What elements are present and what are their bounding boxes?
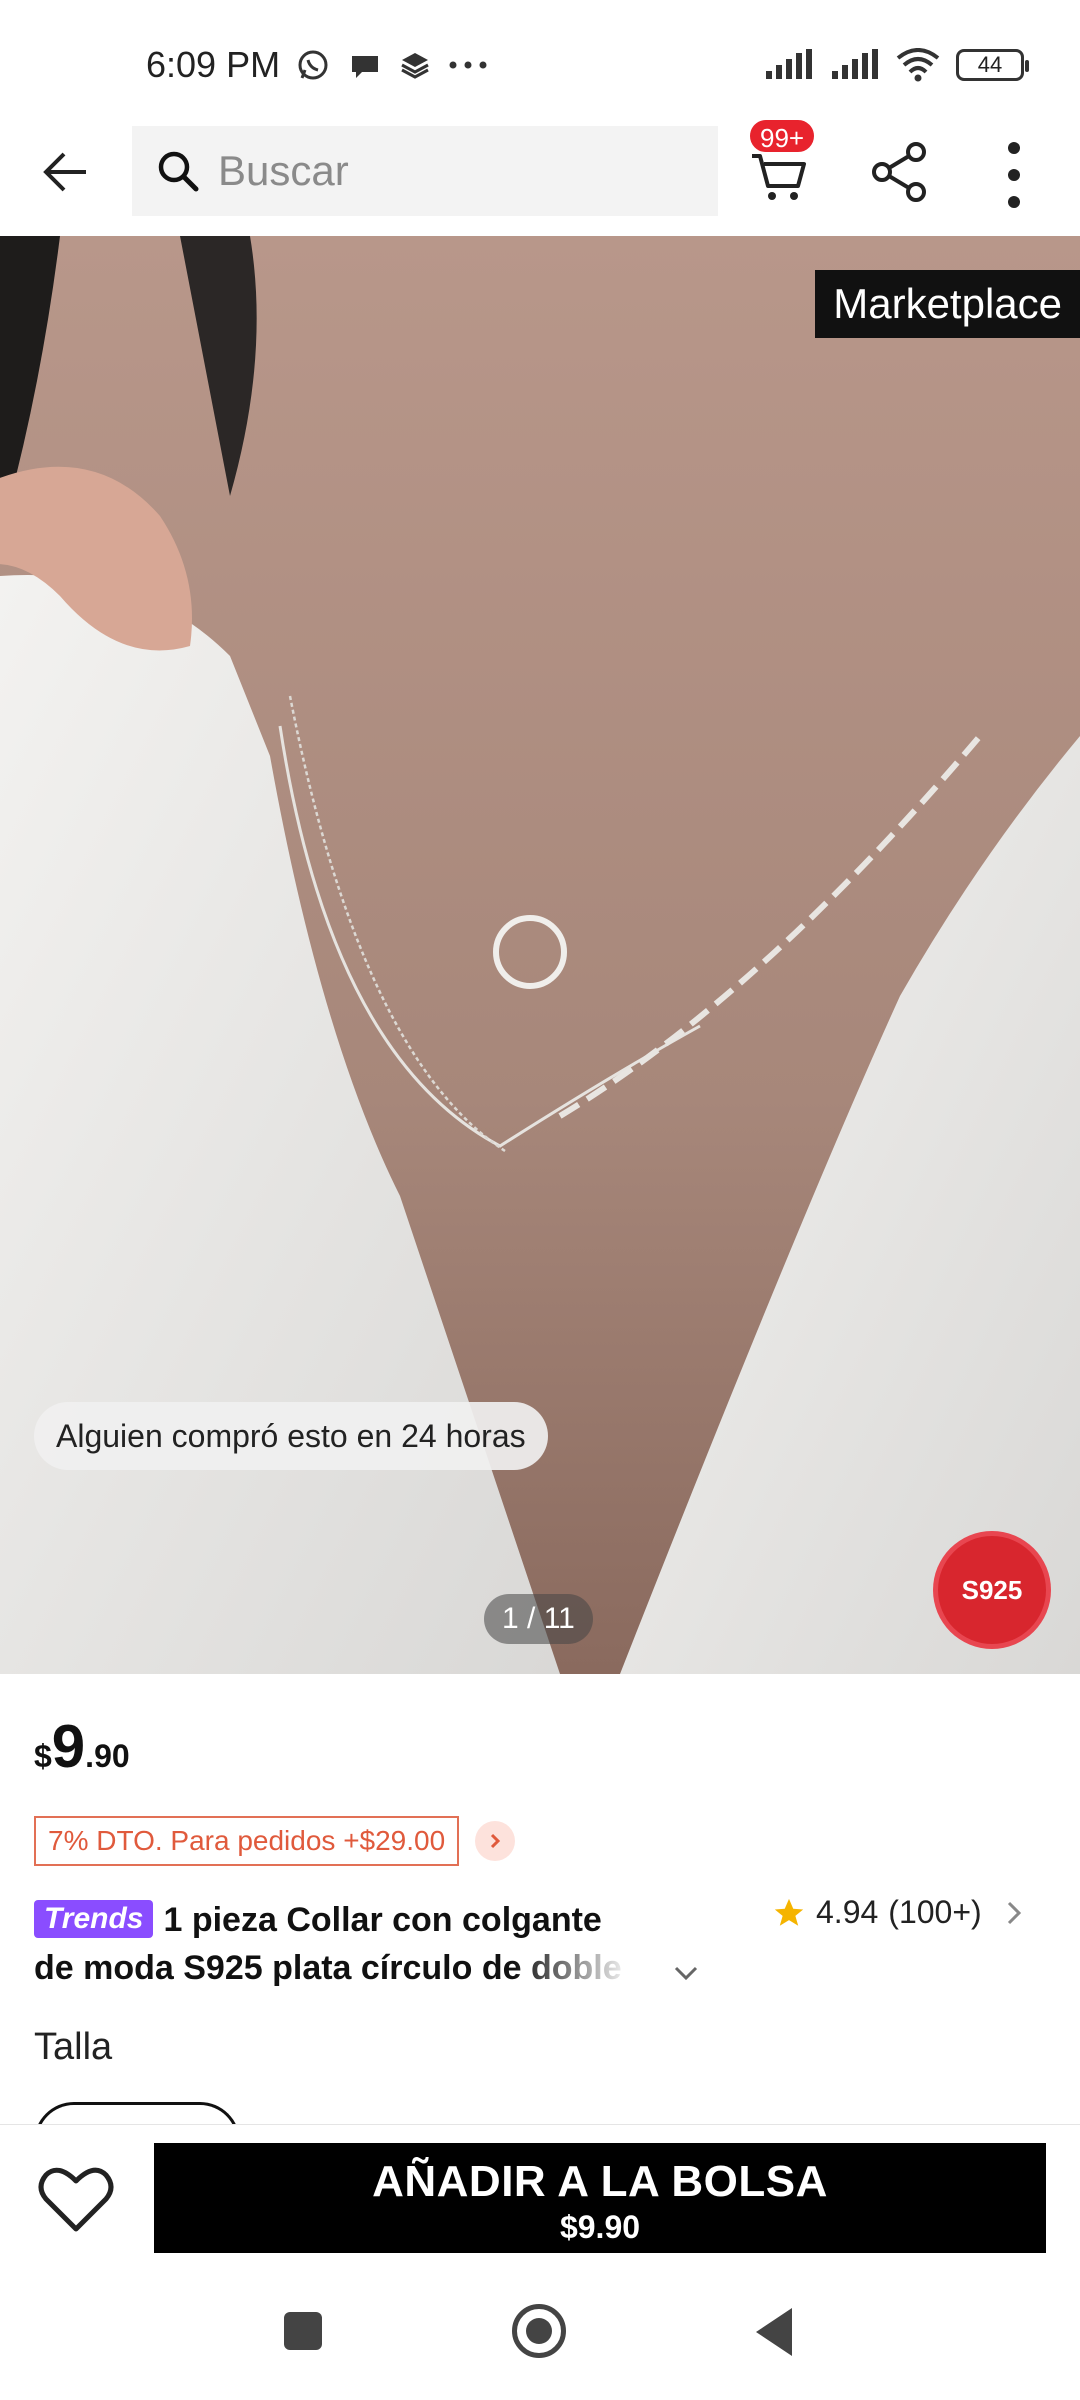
more-vertical-icon[interactable]: [998, 140, 1030, 210]
cart-count-badge: 99+: [748, 118, 817, 154]
promo-chevron-icon[interactable]: [475, 1821, 516, 1861]
rating-row[interactable]: 4.94 (100+): [772, 1894, 1024, 1931]
share-icon[interactable]: [868, 140, 932, 204]
status-system-icons: 44: [764, 48, 1029, 82]
product-image-carousel[interactable]: Marketplace Alguien compró esto en 24 ho…: [0, 236, 1080, 1674]
system-back-icon[interactable]: [756, 2308, 792, 2356]
product-title[interactable]: Trends 1 pieza Collar con colgante de mod…: [34, 1896, 714, 1992]
title-fade: [514, 1944, 654, 1992]
cart-icon[interactable]: [750, 146, 810, 206]
search-input[interactable]: [218, 147, 658, 195]
heart-icon[interactable]: [38, 2165, 114, 2235]
price: $ 9 .90: [34, 1712, 130, 1781]
wifi-icon: [896, 48, 940, 82]
marketplace-tag: Marketplace: [815, 270, 1080, 338]
discount-promo[interactable]: 7% DTO. Para pedidos +$29.00: [34, 1816, 460, 1866]
size-label: Talla: [34, 2026, 113, 2068]
signal-icon: [832, 49, 878, 79]
price-integer: 9: [51, 1713, 86, 1780]
social-proof-badge: Alguien compró esto en 24 horas: [34, 1402, 548, 1470]
status-time: 6:09 PM: [146, 44, 281, 85]
status-notification-icons: [296, 48, 488, 82]
price-decimal: .90: [85, 1738, 130, 1774]
add-to-bag-price: $9.90: [559, 2208, 641, 2245]
home-icon[interactable]: [512, 2304, 566, 2358]
s925-seal: S925: [938, 1536, 1046, 1644]
layers-icon: [401, 53, 429, 79]
rating-value: 4.94: [816, 1894, 879, 1930]
back-arrow-icon[interactable]: [36, 142, 96, 202]
bottom-action-bar: AÑADIR A LA BOLSA $9.90: [0, 2124, 1080, 2264]
star-icon: [774, 1898, 804, 1926]
image-pager: 1 / 11: [484, 1594, 593, 1644]
promo-row[interactable]: 7% DTO. Para pedidos +$29.00: [34, 1816, 516, 1866]
add-to-bag-button[interactable]: AÑADIR A LA BOLSA $9.90: [154, 2143, 1046, 2253]
signal-icon: [766, 49, 812, 79]
product-page: 6:09 PM 44 99+: [0, 0, 1080, 2400]
battery-icon: 44: [956, 49, 1029, 81]
more-dots-icon: [449, 61, 487, 69]
rating-chevron-icon: [1007, 1901, 1021, 1924]
top-nav: 99+: [0, 118, 1080, 236]
title-line-1: 1 pieza Collar con colgante: [163, 1901, 602, 1939]
expand-title-chevron-icon[interactable]: [670, 1956, 702, 1988]
status-bar: 6:09 PM 44: [0, 0, 1080, 120]
recent-apps-icon[interactable]: [284, 2312, 322, 2350]
chat-bubble-icon: [352, 56, 378, 78]
system-nav-bar: [0, 2264, 1080, 2400]
whatsapp-icon: [298, 50, 328, 80]
add-to-bag-label: AÑADIR A LA BOLSA: [372, 2156, 828, 2206]
price-currency: $: [34, 1738, 52, 1774]
search-icon: [158, 151, 199, 192]
search-bar[interactable]: [132, 126, 718, 216]
trends-badge: Trends: [34, 1900, 154, 1938]
rating-count: (100+): [888, 1894, 982, 1930]
